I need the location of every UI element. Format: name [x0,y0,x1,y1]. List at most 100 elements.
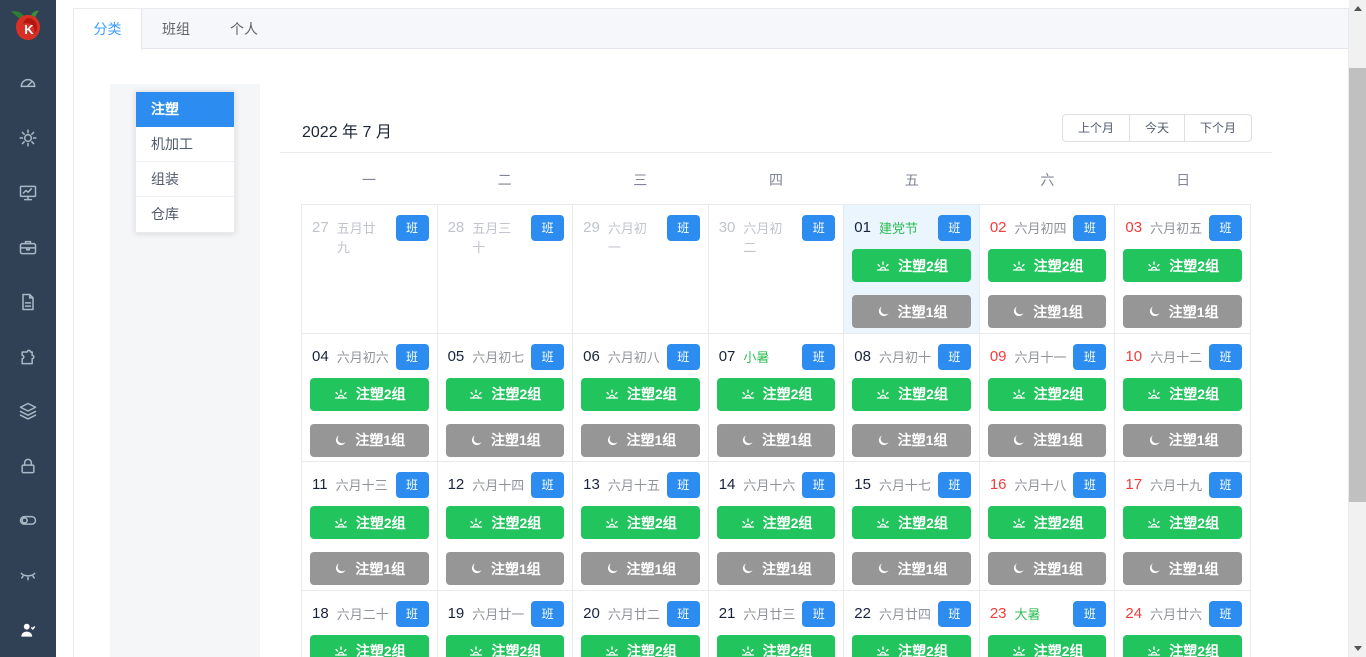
calendar-cell[interactable]: 02 六月初四 班 注塑2组 注塑1组 [979,205,1116,334]
day-shift-button[interactable]: 注塑2组 [310,377,429,411]
calendar-cell[interactable]: 10 六月十二 班 注塑2组 注塑1组 [1115,333,1251,463]
day-shift-button[interactable]: 注塑2组 [716,634,836,657]
calendar-cell[interactable]: 13 六月十五 班 注塑2组 注塑1组 [573,462,709,591]
night-shift-button[interactable]: 注塑1组 [445,552,565,586]
night-shift-button[interactable]: 注塑1组 [852,423,971,457]
night-shift-button[interactable]: 注塑1组 [1123,552,1242,586]
calendar-cell[interactable]: 22 六月廿四 班 注塑2组 注塑1组 [844,590,980,657]
calendar-cell[interactable]: 04 六月初六 班 注塑2组 注塑1组 [302,333,438,463]
layers-icon [19,402,37,420]
calendar-cell[interactable]: 14 六月十六 班 注塑2组 注塑1组 [708,462,845,591]
moon-icon [607,563,618,574]
day-shift-button[interactable]: 注塑2组 [445,506,565,540]
calendar-cell[interactable]: 24 六月廿六 班 注塑2组 注塑1组 [1115,590,1251,657]
night-shift-button[interactable]: 注塑1组 [310,552,429,586]
night-shift-button[interactable]: 注塑1组 [1123,423,1242,457]
calendar-cell[interactable]: 28 五月三十 班 [437,205,574,334]
day-shift-button[interactable]: 注塑2组 [716,377,836,411]
night-shift-button[interactable]: 注塑1组 [310,423,429,457]
night-shift-button[interactable]: 注塑1组 [581,552,700,586]
calendar-cell[interactable]: 01 建党节 班 注塑2组 注塑1组 [844,205,980,334]
day-shift-button[interactable]: 注塑2组 [1123,634,1242,657]
calendar-cell[interactable]: 16 六月十八 班 注塑2组 注塑1组 [979,462,1116,591]
day-shift-button[interactable]: 注塑2组 [852,249,971,282]
day-shift-button[interactable]: 注塑2组 [987,506,1107,540]
night-shift-button[interactable]: 注塑1组 [1123,295,1242,328]
day-shift-button[interactable]: 注塑2组 [581,377,700,411]
calendar-cell[interactable]: 17 六月十九 班 注塑2组 注塑1组 [1115,462,1251,591]
sidebar-item-eye[interactable] [0,548,56,603]
tab-2[interactable]: 个人 [210,9,278,50]
sidebar-item-toolbox[interactable] [0,220,56,275]
day-shift-button[interactable]: 注塑2组 [445,377,565,411]
weekday-label: 日 [1176,172,1191,188]
day-shift-button[interactable]: 注塑2组 [1123,506,1242,540]
sidebar-item-settings[interactable] [0,111,56,166]
day-shift-button[interactable]: 注塑2组 [581,506,700,540]
scroll-up-button[interactable] [1349,0,1366,17]
calendar-cell[interactable]: 18 六月二十 班 注塑2组 注塑1组 [302,590,438,657]
calendar-cell[interactable]: 21 六月廿三 班 注塑2组 注塑1组 [708,590,845,657]
calendar-cell[interactable]: 12 六月十四 班 注塑2组 注塑1组 [437,462,574,591]
category-item-3[interactable]: 仓库 [136,197,234,232]
day-shift-button[interactable]: 注塑2组 [716,506,836,540]
calendar-cell[interactable]: 11 六月十三 班 注塑2组 注塑1组 [302,462,438,591]
sidebar-item-toggle[interactable] [0,493,56,548]
night-shift-button[interactable]: 注塑1组 [716,423,836,457]
tab-1[interactable]: 班组 [142,9,210,50]
day-shift-button[interactable]: 注塑2组 [852,377,971,411]
tab-0[interactable]: 分类 [74,9,142,50]
day-shift-button[interactable]: 注塑2组 [1123,249,1242,282]
sidebar-item-lock[interactable] [0,438,56,493]
night-shift-button[interactable]: 注塑1组 [987,295,1107,328]
night-shift-label: 注塑1组 [355,432,406,449]
calendar-cell[interactable]: 03 六月初五 班 注塑2组 注塑1组 [1115,205,1251,334]
category-item-0[interactable]: 注塑 [136,92,234,127]
sidebar-item-monitor[interactable] [0,165,56,220]
day-shift-button[interactable]: 注塑2组 [987,377,1107,411]
calendar-cell[interactable]: 30 六月初二 班 [708,205,845,334]
category-item-1[interactable]: 机加工 [136,127,234,162]
next-month-button[interactable]: 下个月 [1183,114,1252,142]
calendar-cell[interactable]: 05 六月初七 班 注塑2组 注塑1组 [437,333,574,463]
calendar-cell[interactable]: 20 六月廿二 班 注塑2组 注塑1组 [573,590,709,657]
calendar-cell[interactable]: 09 六月十一 班 注塑2组 注塑1组 [979,333,1116,463]
day-shift-button[interactable]: 注塑2组 [1123,377,1242,411]
sidebar-item-layers[interactable] [0,384,56,439]
calendar-cell[interactable]: 07 小暑 班 注塑2组 注塑1组 [708,333,845,463]
day-number: 18 [312,604,329,622]
day-shift-button[interactable]: 注塑2组 [987,634,1107,657]
category-item-2[interactable]: 组装 [136,162,234,197]
night-shift-button[interactable]: 注塑1组 [716,552,836,586]
day-shift-button[interactable]: 注塑2组 [310,506,429,540]
day-shift-button[interactable]: 注塑2组 [581,634,700,657]
calendar-cell[interactable]: 19 六月廿一 班 注塑2组 注塑1组 [437,590,574,657]
day-shift-button[interactable]: 注塑2组 [987,249,1107,282]
night-shift-button[interactable]: 注塑1组 [987,552,1107,586]
sidebar-item-users[interactable] [0,602,56,657]
sidebar-item-document[interactable] [0,275,56,330]
night-shift-button[interactable]: 注塑1组 [445,423,565,457]
today-button[interactable]: 今天 [1128,114,1185,142]
calendar-cell[interactable]: 06 六月初八 班 注塑2组 注塑1组 [573,333,709,463]
day-shift-button[interactable]: 注塑2组 [852,506,971,540]
night-shift-button[interactable]: 注塑1组 [852,295,971,328]
calendar-cell[interactable]: 27 五月廿九 班 [302,205,438,334]
day-shift-button[interactable]: 注塑2组 [310,634,429,657]
day-shift-button[interactable]: 注塑2组 [445,634,565,657]
scroll-thumb[interactable] [1349,68,1366,502]
calendar-cell[interactable]: 29 六月初一 班 [573,205,709,334]
prev-month-button[interactable]: 上个月 [1061,114,1130,142]
night-shift-button[interactable]: 注塑1组 [581,423,700,457]
calendar-cell[interactable]: 08 六月初十 班 注塑2组 注塑1组 [844,333,980,463]
calendar-cell[interactable]: 15 六月十七 班 注塑2组 注塑1组 [844,462,980,591]
day-shift-label: 注塑2组 [491,643,542,657]
sidebar-item-dashboard[interactable] [0,56,56,111]
calendar-cell[interactable]: 23 大暑 班 注塑2组 注塑1组 [979,590,1116,657]
day-shift-button[interactable]: 注塑2组 [852,634,971,657]
sidebar-item-plugin[interactable] [0,329,56,384]
night-shift-button[interactable]: 注塑1组 [987,423,1107,457]
scroll-down-button[interactable] [1349,640,1366,657]
shift-badge: 班 [395,343,429,370]
night-shift-button[interactable]: 注塑1组 [852,552,971,586]
